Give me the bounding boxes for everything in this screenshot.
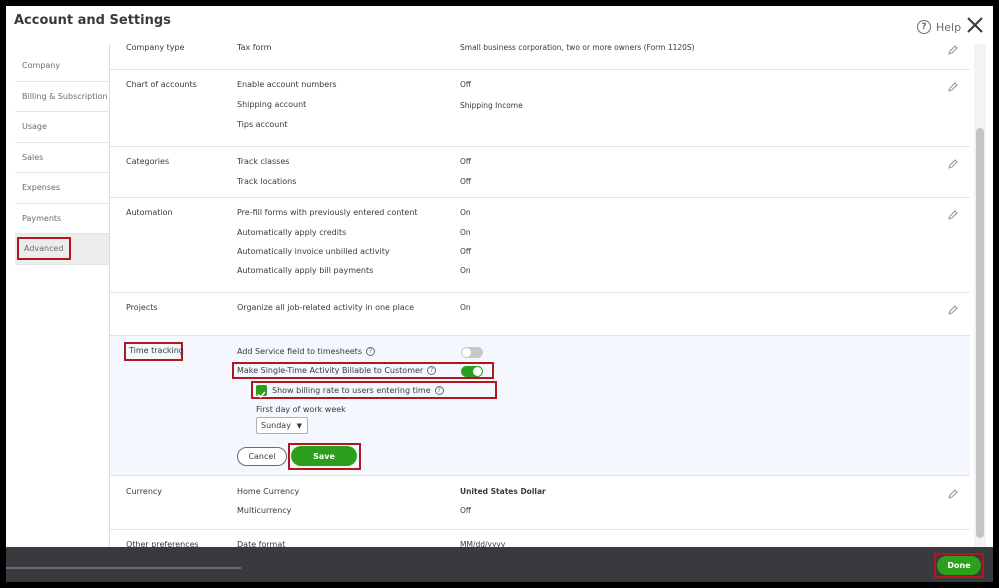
sidebar-item-advanced[interactable]: Advanced	[15, 234, 109, 265]
pencil-icon[interactable]	[948, 489, 958, 499]
row-label: Shipping account	[237, 100, 307, 109]
pencil-icon[interactable]	[948, 159, 958, 169]
done-button[interactable]: Done	[937, 556, 981, 575]
section-label: Projects	[126, 303, 158, 312]
help-icon[interactable]: ?	[365, 347, 375, 356]
row-value: United States Dollar	[460, 487, 546, 496]
row-value: Off	[460, 247, 472, 256]
row-label: Tips account	[237, 120, 288, 129]
section-categories: Categories Track classes Off Track locat…	[110, 147, 970, 198]
sidebar-item-label: Billing & Subscription	[22, 91, 108, 101]
cancel-button[interactable]: Cancel	[237, 447, 287, 466]
pencil-icon[interactable]	[948, 210, 958, 220]
help-icon[interactable]: ?	[434, 386, 444, 395]
sidebar-item-payments[interactable]: Payments	[15, 204, 109, 234]
row-value: Off	[460, 177, 472, 186]
pencil-icon[interactable]	[948, 45, 958, 55]
row-value: On	[460, 228, 471, 237]
pencil-icon[interactable]	[948, 82, 958, 92]
first-day-value: Sunday	[261, 421, 291, 430]
scrollbar[interactable]	[974, 44, 986, 552]
section-time-tracking: Time tracking Add Service field to times…	[110, 336, 970, 476]
sidebar-item-label: Sales	[22, 152, 44, 162]
section-currency: Currency Home Currency United States Dol…	[110, 476, 970, 530]
row-value: Off	[460, 506, 472, 515]
caret-down-icon: ▼	[296, 422, 302, 430]
row-label: Multicurrency	[237, 506, 292, 515]
help-button[interactable]: ? Help	[917, 20, 961, 34]
first-day-label: First day of work week	[256, 405, 346, 414]
row-value: Small business corporation, two or more …	[460, 43, 695, 52]
section-label: Time tracking	[129, 346, 184, 355]
sidebar-item-label: Usage	[22, 122, 47, 132]
row-value: On	[460, 266, 471, 275]
scrollbar-thumb[interactable]	[976, 128, 984, 538]
section-automation: Automation Pre-fill forms with previousl…	[110, 198, 970, 293]
sidebar-item-usage[interactable]: Usage	[15, 112, 109, 143]
sidebar: Company Billing & Subscription Usage Sal…	[15, 44, 110, 552]
show-billing-rate-checkbox[interactable]	[256, 385, 267, 399]
add-service-field-toggle[interactable]	[461, 347, 483, 358]
section-label: Categories	[126, 157, 170, 166]
row-label: Track classes	[237, 157, 290, 166]
settings-window: Account and Settings ? Help Company Bill…	[6, 6, 993, 582]
help-label: Help	[936, 20, 962, 34]
add-service-field-label: Add Service field to timesheets?	[237, 347, 375, 356]
row-label: Home Currency	[237, 487, 300, 496]
sidebar-item-sales[interactable]: Sales	[15, 143, 109, 173]
section-label: Chart of accounts	[126, 80, 197, 89]
show-billing-rate-label: Show billing rate to users entering time…	[272, 386, 444, 395]
row-label: Automatically apply credits	[237, 228, 347, 237]
settings-content: Company type Tax form Small business cor…	[110, 38, 970, 552]
sidebar-item-label: Payments	[22, 213, 62, 223]
page-title: Account and Settings	[14, 13, 171, 28]
sidebar-item-label: Company	[22, 61, 61, 71]
row-label: Automatically invoice unbilled activity	[237, 247, 390, 256]
sidebar-item-expenses[interactable]: Expenses	[15, 173, 109, 204]
row-value: Off	[460, 80, 472, 89]
row-label: Automatically apply bill payments	[237, 266, 374, 275]
section-chart-of-accounts: Chart of accounts Enable account numbers…	[110, 70, 970, 147]
row-label: Pre-fill forms with previously entered c…	[237, 208, 418, 217]
row-label: Tax form	[237, 43, 272, 52]
checkmark-icon	[257, 391, 266, 399]
sidebar-item-label: Expenses	[22, 183, 61, 193]
row-label: Track locations	[237, 177, 297, 186]
row-value: Shipping Income	[460, 101, 523, 110]
section-label: Automation	[126, 208, 173, 217]
help-icon: ?	[917, 20, 931, 34]
sidebar-item-label: Advanced	[17, 237, 71, 261]
toggle-knob	[462, 348, 471, 357]
sidebar-item-company[interactable]: Company	[15, 51, 109, 82]
row-label: Enable account numbers	[237, 80, 337, 89]
footer-divider	[6, 567, 241, 569]
row-value: Off	[460, 157, 472, 166]
pencil-icon[interactable]	[948, 305, 958, 315]
help-icon[interactable]: ?	[427, 366, 437, 375]
close-icon[interactable]	[966, 16, 984, 34]
toggle-knob	[473, 367, 482, 376]
row-value: On	[460, 303, 471, 312]
make-billable-label: Make Single-Time Activity Billable to Cu…	[237, 366, 437, 375]
save-button[interactable]: Save	[291, 446, 357, 466]
row-label: Organize all job-related activity in one…	[237, 303, 415, 312]
section-label: Company type	[126, 43, 185, 52]
section-label: Currency	[126, 487, 163, 496]
section-company-type: Company type Tax form Small business cor…	[110, 38, 970, 70]
sidebar-item-billing[interactable]: Billing & Subscription	[15, 82, 109, 112]
section-projects: Projects Organize all job-related activi…	[110, 293, 970, 336]
row-value: On	[460, 208, 471, 217]
first-day-select[interactable]: Sunday ▼	[256, 417, 308, 434]
footer-bar: Done	[6, 547, 993, 582]
make-billable-toggle[interactable]	[461, 366, 483, 377]
